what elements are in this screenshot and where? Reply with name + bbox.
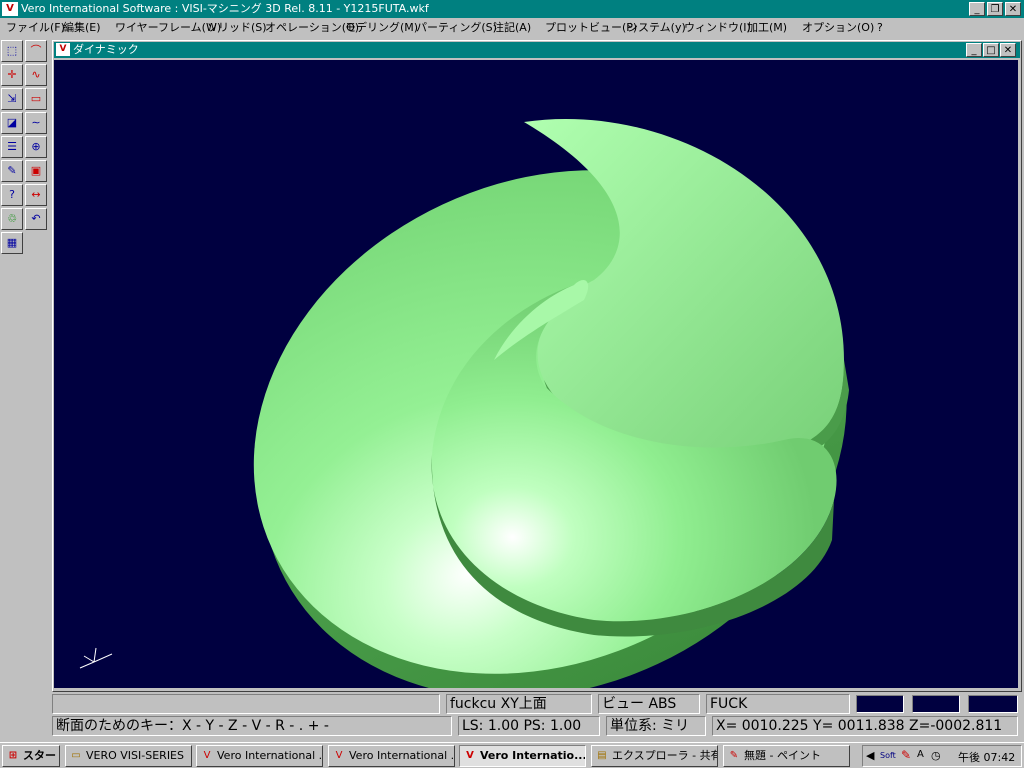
menu-machining[interactable]: 加工(M) (747, 21, 787, 35)
vero-icon: V (203, 750, 211, 761)
status-view-mode: ビュー ABS (598, 694, 700, 714)
taskbar: ⊞ スタート ▭ VERO VISI-SERIES V Vero Interna… (0, 742, 1024, 768)
window-close-button[interactable]: ✕ (1000, 43, 1016, 57)
ime-icon[interactable]: A (917, 749, 924, 760)
3d-model-render (79, 118, 849, 699)
color-swatch-2[interactable] (912, 695, 960, 713)
status-scale: LS: 1.00 PS: 1.00 (458, 716, 600, 736)
vero-icon: V (466, 750, 474, 761)
menu-help[interactable]: ? (877, 21, 883, 35)
menu-plotview[interactable]: プロットビュー(P) (545, 21, 637, 35)
dynamic-window-title-bar[interactable]: V ダイナミック _ □ ✕ (54, 42, 1020, 58)
soft-icon[interactable]: Soft (880, 751, 896, 760)
wave-icon[interactable]: ∼ (25, 112, 47, 134)
delete-icon[interactable]: ♲ (1, 208, 23, 230)
close-button[interactable]: ✕ (1005, 2, 1021, 16)
status-left (52, 694, 440, 714)
color-swatch-3[interactable] (968, 695, 1018, 713)
task-vero-international-1[interactable]: V Vero International ... (196, 745, 323, 767)
menu-modeling[interactable]: モデリング(M) (345, 21, 418, 35)
task-vero-visi-series[interactable]: ▭ VERO VISI-SERIES (65, 745, 192, 767)
clock[interactable]: 午後 07:42 (958, 749, 1015, 765)
paint-icon[interactable]: ✎ (1, 160, 23, 182)
folder-icon: ▭ (71, 750, 81, 761)
menu-edit[interactable]: 編集(E) (63, 21, 101, 35)
window-maximize-button[interactable]: □ (983, 43, 999, 57)
minimize-button[interactable]: _ (969, 2, 985, 16)
rectangle-icon[interactable]: ▭ (25, 88, 47, 110)
status-view: fuckcu XY上面 (446, 694, 592, 714)
transform-icon[interactable]: ⇲ (1, 88, 23, 110)
vero-icon: V (335, 750, 343, 761)
circle-icon[interactable]: ⊕ (25, 136, 47, 158)
window-logo-icon[interactable]: V (56, 43, 70, 56)
start-button[interactable]: ⊞ スタート (2, 745, 60, 767)
paint-icon: ✎ (729, 750, 739, 761)
menu-parting[interactable]: パーティング(S) (416, 21, 497, 35)
speaker-icon[interactable]: ◀ (866, 749, 874, 762)
app-title-bar[interactable]: V Vero International Software : VISI-マシニ… (0, 0, 1024, 18)
properties-icon[interactable]: ☰ (1, 136, 23, 158)
measure-icon[interactable]: ↔ (25, 184, 47, 206)
menu-window[interactable]: ウィンドウ(I) (684, 21, 751, 35)
explorer-icon: ▤ (597, 750, 607, 761)
spline-icon[interactable]: ∿ (25, 64, 47, 86)
dimension-icon[interactable]: ◪ (1, 112, 23, 134)
render-icon[interactable]: ▦ (1, 232, 23, 254)
window-title: ダイナミック (73, 43, 139, 56)
windows-logo-icon: ⊞ (8, 750, 18, 761)
pen-icon[interactable]: ✎ (901, 748, 911, 762)
select-icon[interactable]: ⬚ (1, 40, 23, 62)
clock-icon[interactable]: ◷ (931, 749, 941, 762)
menu-wireframe[interactable]: ワイヤーフレーム(W) (115, 21, 221, 35)
status-name: FUCK (706, 694, 850, 714)
task-vero-international-active[interactable]: V Vero Internatio... (459, 745, 586, 767)
window-minimize-button[interactable]: _ (966, 43, 982, 57)
color-swatch-1[interactable] (856, 695, 904, 713)
curve-icon[interactable]: ⌒ (25, 40, 47, 62)
left-toolbar: ⬚ ⌒ ✛ ∿ ⇲ ▭ ◪ ∼ ☰ ⊕ ✎ ▣ ? ↔ ♲ ↶ ▦ (0, 40, 50, 740)
restore-button[interactable]: ❐ (987, 2, 1003, 16)
app-logo-icon[interactable]: V (2, 2, 18, 16)
menu-annotation[interactable]: 注記(A) (493, 21, 531, 35)
status-prompt: 断面のためのキー：X - Y - Z - V - R - . + - (52, 716, 452, 736)
status-unit: 単位系: ミリ (606, 716, 706, 736)
box-icon[interactable]: ▣ (25, 160, 47, 182)
menu-bar: ファイル(F) 編集(E) ワイヤーフレーム(W) ソリッド(S) オペレーショ… (0, 18, 1024, 38)
menu-options[interactable]: オプション(O) (802, 21, 874, 35)
point-icon[interactable]: ✛ (1, 64, 23, 86)
help-icon[interactable]: ? (1, 184, 23, 206)
app-title: Vero International Software : VISI-マシニング… (21, 2, 429, 15)
menu-file[interactable]: ファイル(F) (6, 21, 65, 35)
undo-icon[interactable]: ↶ (25, 208, 47, 230)
task-explorer[interactable]: ▤ エクスプローラ - 共有... (591, 745, 718, 767)
3d-viewport[interactable] (54, 60, 1018, 699)
task-vero-international-2[interactable]: V Vero International ... (328, 745, 455, 767)
menu-system[interactable]: システム(y) (627, 21, 686, 35)
menu-solid[interactable]: ソリッド(S) (207, 21, 267, 35)
system-tray: ◀ Soft ✎ A ◷ 午後 07:42 (862, 745, 1022, 767)
status-coords: X= 0010.225 Y= 0011.838 Z=-0002.811 (712, 716, 1018, 736)
task-paint[interactable]: ✎ 無題 - ペイント (723, 745, 850, 767)
axis-triad-icon (79, 647, 113, 669)
